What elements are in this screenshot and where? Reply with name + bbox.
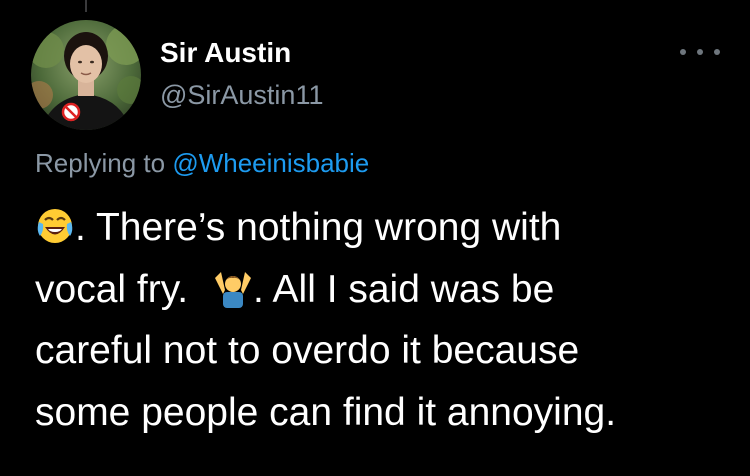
replying-to-label: Replying to [35,148,166,178]
more-dot [697,49,703,55]
replying-to-context: Replying to @Wheeinisbabie [35,146,369,180]
tweet-text: . There’s nothing wrong with vocal fry. … [35,197,725,443]
avatar[interactable] [31,20,141,130]
replying-to-mention-link[interactable]: @Wheeinisbabie [172,148,369,178]
tweet-line-3: careful not to overdo it because [35,329,580,372]
tweet-line-2: vocal fry. . All I said was be [35,259,725,321]
thread-connector-line [85,0,87,12]
more-dot [714,49,720,55]
tweet-line-2-text-before: vocal fry. [35,267,189,311]
more-dot [680,49,686,55]
tweet-line-4: some people can find it annoying. [35,390,617,434]
author-display-name[interactable]: Sir Austin [160,36,291,70]
tweet-line-1-text: . There’s nothing wrong with [75,206,562,249]
avatar-image [31,20,141,130]
laughing-crying-face-icon [35,206,75,246]
tweet-line-2-text-after: . All I said was be [253,267,555,311]
tweet-line-1: . There’s nothing wrong with [35,197,725,259]
more-options-icon[interactable] [680,40,720,64]
author-handle[interactable]: @SirAustin11 [160,78,323,112]
person-shrugging-icon [213,268,253,308]
